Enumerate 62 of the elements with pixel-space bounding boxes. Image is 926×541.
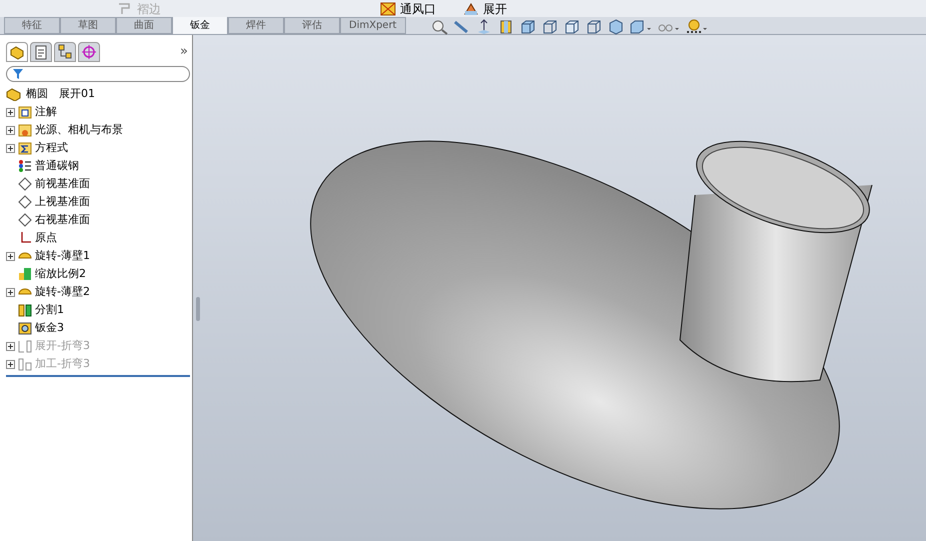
command-tab[interactable]: 特征 [4, 17, 60, 34]
tree-item[interactable]: 旋转-薄壁2 [6, 283, 192, 301]
tree-item[interactable]: 钣金3 [6, 319, 192, 337]
scene-icon[interactable] [684, 19, 708, 35]
panel-tab[interactable] [6, 42, 28, 62]
command-tab[interactable]: 曲面 [116, 17, 172, 34]
part-icon [6, 87, 22, 101]
expand-icon[interactable] [6, 288, 15, 296]
splitter-handle[interactable] [196, 297, 200, 321]
document-icon [33, 44, 49, 60]
more-tabs-button[interactable]: » [180, 42, 188, 62]
flatten-icon [18, 339, 32, 353]
flatten-icon [463, 2, 479, 16]
tree-item[interactable]: 方程式 [6, 139, 192, 157]
tree-item[interactable]: 前视基准面 [6, 175, 192, 193]
process-icon [18, 357, 32, 371]
command-tab[interactable]: 草图 [60, 17, 116, 34]
crosshair-icon [81, 44, 97, 60]
expand-icon[interactable] [6, 144, 15, 152]
split-icon [18, 303, 32, 317]
panel-tab[interactable] [54, 42, 76, 62]
cube-hidden-lines-icon[interactable] [562, 19, 580, 35]
cube-shaded-icon[interactable] [518, 19, 536, 35]
panel-tab[interactable] [30, 42, 52, 62]
part-name: 椭圆 展开01 [26, 86, 95, 102]
command-tab[interactable]: 焊件 [228, 17, 284, 34]
tree-item[interactable]: 光源、相机与布景 [6, 121, 192, 139]
toolbar-button[interactable]: 通风口 [376, 0, 440, 17]
plane-icon [18, 177, 32, 191]
hem-icon [117, 2, 133, 16]
scale-icon [18, 267, 32, 281]
plane-icon [18, 213, 32, 227]
tree-item[interactable]: 注解 [6, 103, 192, 121]
vent-icon [380, 2, 396, 16]
plane-icon [18, 195, 32, 209]
tree-item[interactable]: 旋转-薄壁1 [6, 247, 192, 265]
filter-icon [13, 69, 23, 79]
annotation-folder-icon [18, 105, 32, 119]
tree-item[interactable]: 上视基准面 [6, 193, 192, 211]
equation-folder-icon [18, 141, 32, 155]
toolbar-button[interactable]: 展开 [459, 0, 511, 17]
command-tab[interactable]: 评估 [284, 17, 340, 34]
expand-icon[interactable] [6, 108, 15, 116]
expand-icon[interactable] [6, 126, 15, 134]
cube-wireframe-icon[interactable] [540, 19, 558, 35]
expand-icon[interactable] [6, 252, 15, 260]
zoom-icon[interactable] [430, 19, 448, 35]
filter-field[interactable] [6, 66, 190, 82]
panel-tab[interactable] [78, 42, 100, 62]
tree-item[interactable]: 原点 [6, 229, 192, 247]
tree-item[interactable]: 右视基准面 [6, 211, 192, 229]
view-dropdown-icon[interactable] [628, 19, 652, 35]
sheet-metal-icon [18, 321, 32, 335]
cube-outline-icon[interactable] [584, 19, 602, 35]
tree-item[interactable]: 普通碳钢 [6, 157, 192, 175]
hierarchy-icon [57, 44, 73, 60]
command-tab[interactable]: DimXpert [340, 17, 406, 34]
tree-item[interactable]: 分割1 [6, 301, 192, 319]
tree-item[interactable]: 缩放比例2 [6, 265, 192, 283]
material-icon [18, 159, 32, 173]
lights-folder-icon [18, 123, 32, 137]
feature-tree-icon [9, 44, 25, 60]
